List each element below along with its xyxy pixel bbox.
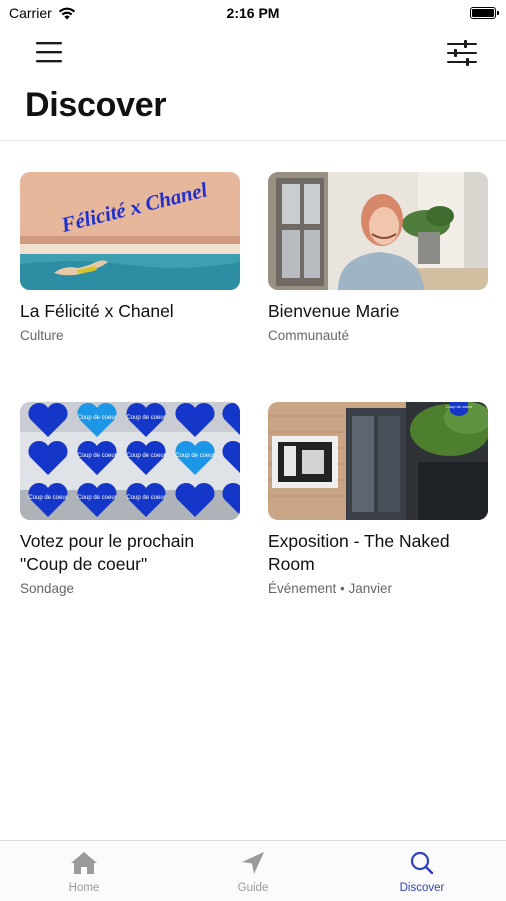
tab-label: Guide xyxy=(237,882,269,894)
status-bar: Carrier 2:16 PM xyxy=(0,0,506,28)
card-category: Sondage xyxy=(20,581,75,596)
page-title: Discover xyxy=(25,86,167,124)
card-category: Communauté xyxy=(268,328,350,343)
hamburger-menu-icon xyxy=(36,42,62,63)
filter-button[interactable] xyxy=(440,38,484,68)
heart-label: Coup de coeur xyxy=(28,495,67,501)
search-icon xyxy=(410,851,434,875)
card-title: Votez pour le prochain "Coup de coeur" xyxy=(20,531,195,574)
sliders-filter-icon xyxy=(447,40,477,66)
menu-button[interactable] xyxy=(27,38,71,68)
card-title: La Félicité x Chanel xyxy=(20,301,174,321)
divider xyxy=(0,140,506,141)
discover-card-coup-de-coeur[interactable]: Coup de coeur Coup de coeur Coup de coeu… xyxy=(20,402,240,596)
heart-label: Coup de coeur xyxy=(126,495,165,501)
discover-card-felicite-chanel[interactable]: Félicité x Chanel La Félicité x Chanel C… xyxy=(20,172,240,343)
tab-label: Discover xyxy=(399,882,445,894)
heart-label: Coup de coeur xyxy=(175,453,214,459)
navigation-arrow-icon xyxy=(242,852,264,874)
tab-discover[interactable]: Discover xyxy=(367,841,477,901)
tab-label: Home xyxy=(68,882,100,894)
heart-label: Coup de coeur xyxy=(77,453,116,459)
card-title: Exposition - The Naked Room xyxy=(268,531,450,574)
home-icon xyxy=(71,852,97,874)
tab-guide[interactable]: Guide xyxy=(198,841,308,901)
card-image-storefront: Coup de coeur xyxy=(268,402,488,520)
card-image-hearts: Coup de coeur Coup de coeur Coup de coeu… xyxy=(20,402,240,520)
nav-bar xyxy=(0,28,506,78)
status-time: 2:16 PM xyxy=(226,5,280,21)
card-category: Événement • Janvier xyxy=(268,581,393,596)
card-image-portrait xyxy=(268,172,488,290)
discover-card-bienvenue-marie[interactable]: Bienvenue Marie Communauté xyxy=(268,172,488,343)
card-image-text: Coup de coeur xyxy=(446,404,473,409)
heart-label: Coup de coeur xyxy=(126,415,165,421)
tab-bar: Home Guide Discover xyxy=(0,840,506,901)
heart-label: Coup de coeur xyxy=(77,415,116,421)
card-category: Culture xyxy=(20,328,64,343)
card-title: Bienvenue Marie xyxy=(268,301,400,321)
battery-icon xyxy=(470,7,499,19)
heart-label: Coup de coeur xyxy=(77,495,116,501)
tab-home[interactable]: Home xyxy=(29,841,139,901)
card-image-pool: Félicité x Chanel xyxy=(20,172,240,290)
discover-card-naked-room[interactable]: Coup de coeur Exposition - The Naked Roo… xyxy=(268,402,488,596)
heart-label: Coup de coeur xyxy=(126,453,165,459)
